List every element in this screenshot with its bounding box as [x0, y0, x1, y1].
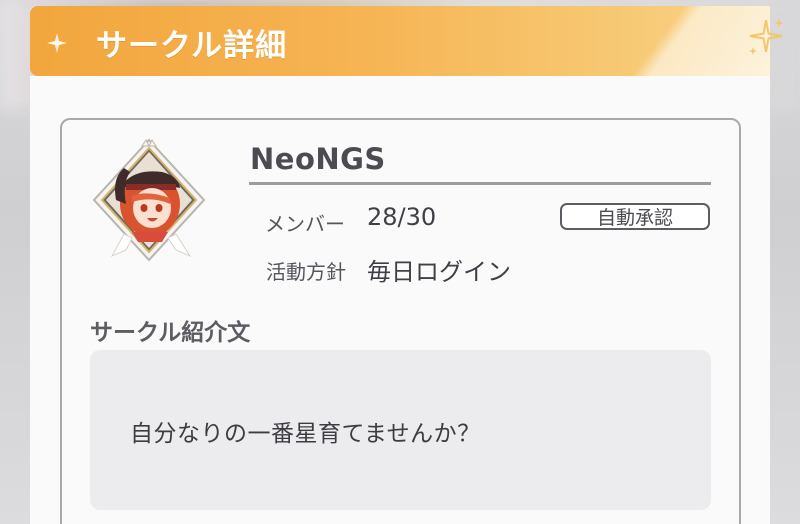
dialog-header: サークル詳細	[30, 6, 770, 76]
description-title: サークル紹介文	[90, 320, 251, 346]
character-avatar[interactable]	[92, 138, 206, 276]
policy-value: 毎日ログイン	[367, 258, 511, 286]
member-count: 28/30	[367, 203, 437, 231]
member-label: メンバー	[265, 212, 345, 236]
join-policy-badge: 自動承認	[560, 203, 710, 230]
sparkles-icon	[749, 18, 784, 55]
description-text: 自分なりの一番星育てませんか？	[130, 421, 481, 447]
circle-name: NeoNGS	[250, 142, 386, 176]
sparkle-icon	[47, 33, 67, 53]
policy-label: 活動方針	[266, 260, 346, 284]
name-divider	[249, 182, 711, 185]
dialog-title: サークル詳細	[96, 28, 288, 64]
